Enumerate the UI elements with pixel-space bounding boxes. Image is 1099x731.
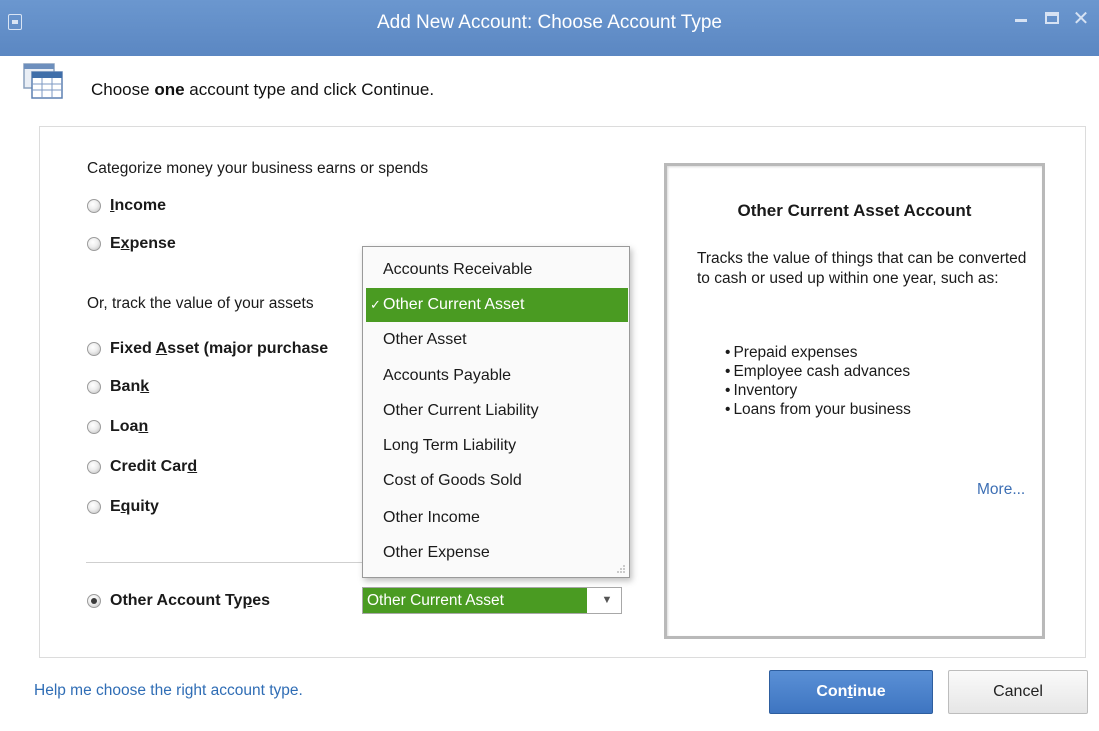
radio-button[interactable] [87,342,101,356]
radio-button[interactable] [87,199,101,213]
dropdown-option-other-current-asset[interactable]: ✓ Other Current Asset [366,288,628,322]
help-choose-account-type-link[interactable]: Help me choose the right account type. [34,682,303,700]
dropdown-option-long-term-liability[interactable]: Long Term Liability [363,429,629,463]
bullet-item: Employee cash advances [725,362,911,381]
instruction-text: Choose one account type and click Contin… [91,80,435,99]
window-title: Add New Account: Choose Account Type [376,12,723,33]
divider [86,562,366,563]
select-value: Other Current Asset [363,588,587,613]
assets-label: Or, track the value of your assets [87,295,314,312]
radio-label-loan: Loan [110,418,149,435]
dropdown-option-other-expense[interactable]: Other Expense [363,536,629,570]
title-bar[interactable]: Add New Account: Choose Account Type ✕ [0,0,1099,56]
radio-button[interactable] [87,420,101,434]
radio-label-fixed-asset: Fixed Asset (major purchase [110,340,329,357]
bullet-item: Prepaid expenses [725,343,911,362]
dropdown-option-accounts-receivable[interactable]: Accounts Receivable [363,253,629,287]
description-text: Tracks the value of things that can be c… [697,250,1027,287]
radio-button[interactable] [87,460,101,474]
categorize-label: Categorize money your business earns or … [87,160,429,177]
radio-button[interactable] [87,237,101,251]
account-list-icon [23,63,63,99]
maximize-icon[interactable] [1039,6,1065,32]
radio-label-income: Income [110,197,167,214]
continue-button[interactable]: Continue [769,670,933,714]
dropdown-option-accounts-payable[interactable]: Accounts Payable [363,359,629,393]
more-link[interactable]: More... [977,481,1025,499]
chevron-down-icon[interactable]: ▼ [595,588,619,613]
radio-label-bank: Bank [110,378,150,395]
bullet-item: Inventory [725,381,911,400]
check-icon: ✓ [370,297,381,312]
dropdown-option-other-income[interactable]: Other Income [363,501,629,535]
cancel-button[interactable]: Cancel [948,670,1088,714]
radio-button[interactable] [87,500,101,514]
radio-label-equity: Equity [110,498,159,515]
resize-grip-icon[interactable] [616,564,626,574]
dropdown-option-cost-of-goods-sold[interactable]: Cost of Goods Sold [363,464,629,498]
radio-button[interactable] [87,380,101,394]
radio-button-checked[interactable] [87,594,101,608]
dropdown-option-label: Other Current Asset [383,296,525,313]
account-type-description-box: Other Current Asset Account Tracks the v… [664,163,1045,639]
close-icon[interactable]: ✕ [1068,6,1094,32]
radio-label-other-account-types: Other Account Types [110,592,271,609]
other-account-type-select[interactable]: Other Current Asset ▼ [362,587,622,614]
radio-label-credit-card: Credit Card [110,458,198,475]
dropdown-option-other-current-liability[interactable]: Other Current Liability [363,394,629,428]
account-type-dropdown[interactable]: Accounts Receivable ✓ Other Current Asset… [362,246,630,578]
description-bullets: Prepaid expenses Employee cash advances … [725,343,911,419]
description-title: Other Current Asset Account [737,201,972,220]
dropdown-option-other-asset[interactable]: Other Asset [363,323,629,357]
bullet-item: Loans from your business [725,400,910,419]
radio-label-expense: Expense [110,235,176,252]
minimize-icon[interactable] [1008,6,1034,32]
